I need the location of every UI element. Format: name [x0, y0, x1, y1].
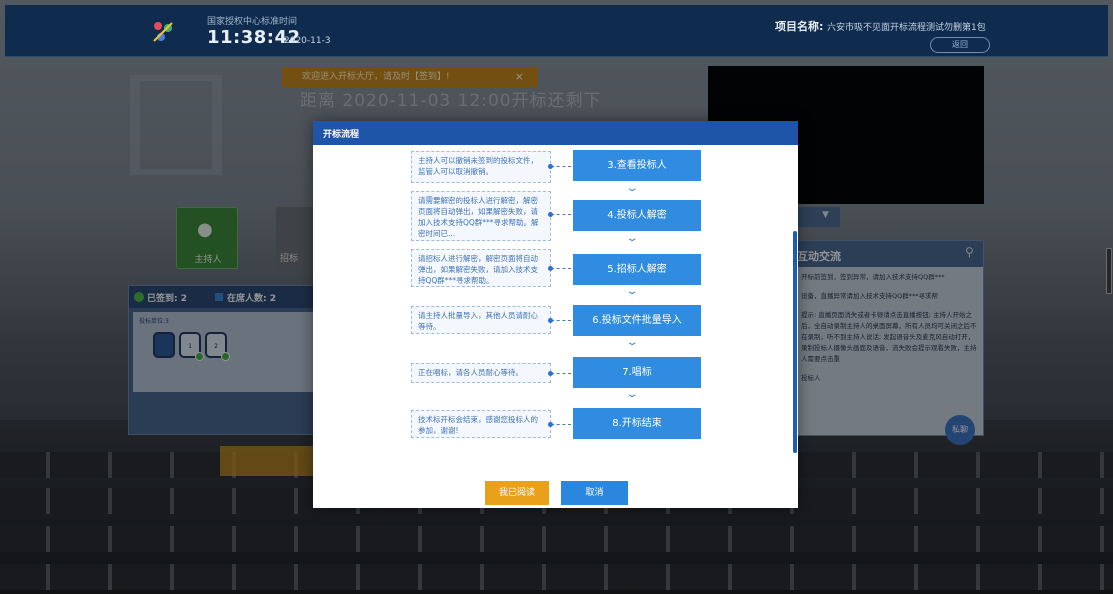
- logo-icon: [153, 22, 173, 42]
- cancel-button[interactable]: 取消: [561, 481, 628, 505]
- clock-date: 2020-11-3: [284, 36, 331, 46]
- step-tip: 请主持人批量导入，其他人员请耐心等待。: [411, 306, 551, 334]
- tip-connector: [548, 422, 571, 427]
- connector-dot: [548, 371, 553, 376]
- clock-label: 国家授权中心标准时间: [207, 17, 298, 27]
- chevron-down-icon: ⌄: [625, 337, 639, 348]
- tip-connector: [548, 266, 571, 271]
- project-name: 六安市吸不见面开标流程测试勿删第1包: [827, 23, 986, 33]
- connector-dot: [548, 212, 553, 217]
- step-announce-bids[interactable]: 7.唱标: [573, 357, 701, 388]
- step-tip: 请需要解密的投标人进行解密，解密页面将自动弹出，如果解密失败，请加入技术支持QQ…: [411, 191, 551, 241]
- tip-connector: [548, 371, 571, 376]
- tip-connector: [548, 164, 571, 169]
- back-button[interactable]: 返回: [930, 37, 990, 53]
- chevron-down-icon: ⌄: [625, 389, 639, 400]
- tip-connector: [548, 318, 571, 323]
- tip-connector: [548, 212, 571, 217]
- connector-dot: [548, 318, 553, 323]
- step-tip: 正在唱标，请各人员耐心等待。: [411, 363, 551, 383]
- step-bidder-decrypt[interactable]: 4.投标人解密: [573, 200, 701, 231]
- step-opening-end[interactable]: 8.开标结束: [573, 408, 701, 439]
- connector-dot: [548, 266, 553, 271]
- step-tip: 请招标人进行解密，解密页面将自动弹出，如果解密失败，请加入技术支持QQ群***寻…: [411, 249, 551, 287]
- chevron-down-icon: ⌄: [625, 286, 639, 297]
- dialog-title: 开标流程: [323, 130, 360, 140]
- dialog-header: 开标流程: [313, 121, 798, 145]
- dialog-scrollbar[interactable]: [793, 231, 797, 453]
- step-tip: 主持人可以撤销未签到的投标文件，监管人可以取消撤销。: [411, 151, 551, 183]
- project-label: 项目名称:: [775, 20, 824, 33]
- confirm-read-button[interactable]: 我已阅读: [485, 481, 549, 505]
- step-tip: 技术标开标会结束，感谢您投标人的参加，谢谢!: [411, 410, 551, 438]
- connector-dot: [548, 164, 553, 169]
- top-header: 国家授权中心标准时间 11:38:42 2020-11-3 项目名称: 六安市吸…: [5, 5, 1108, 57]
- step-view-bidders[interactable]: 3.查看投标人: [573, 150, 701, 181]
- chevron-down-icon: ⌄: [625, 233, 639, 244]
- bid-opening-process-dialog: 开标流程 主持人可以撤销未签到的投标文件，监管人可以取消撤销。 3.查看投标人 …: [313, 121, 798, 508]
- connector-dot: [548, 422, 553, 427]
- step-tenderer-decrypt[interactable]: 5.招标人解密: [573, 254, 701, 285]
- chevron-down-icon: ⌄: [625, 183, 639, 194]
- step-batch-import[interactable]: 6.投标文件批量导入: [573, 305, 701, 336]
